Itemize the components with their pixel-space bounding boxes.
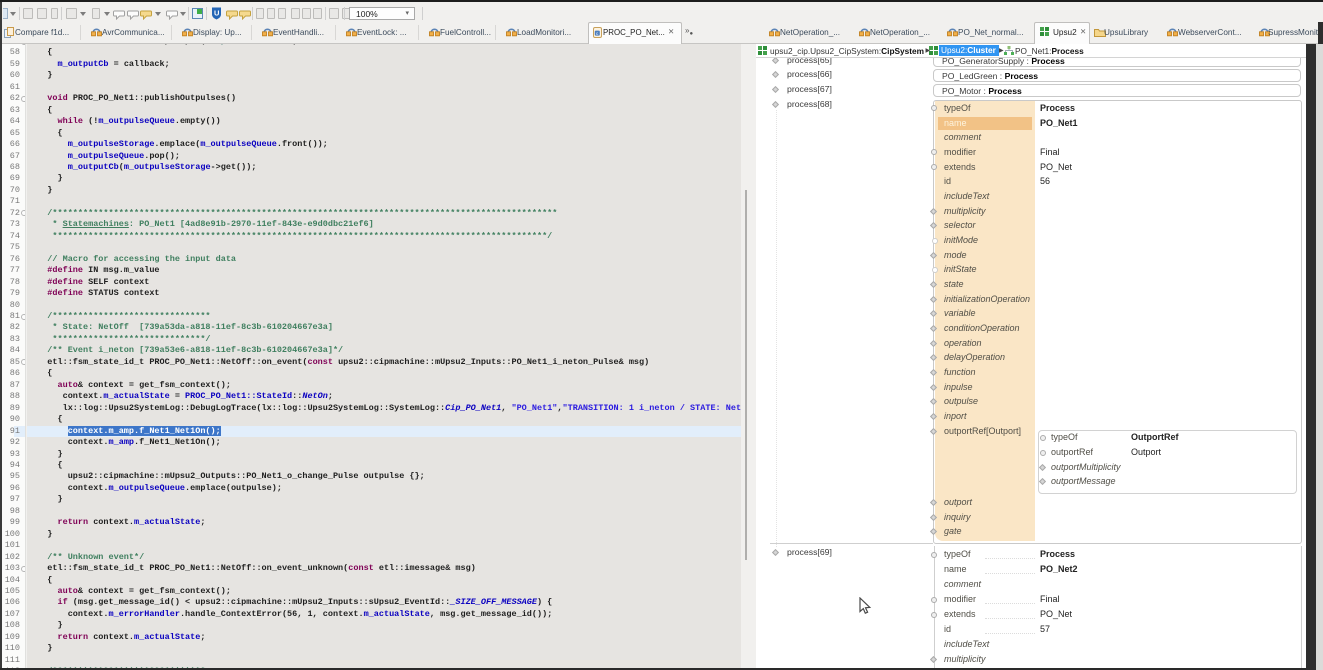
svg-text:U: U: [214, 9, 219, 18]
